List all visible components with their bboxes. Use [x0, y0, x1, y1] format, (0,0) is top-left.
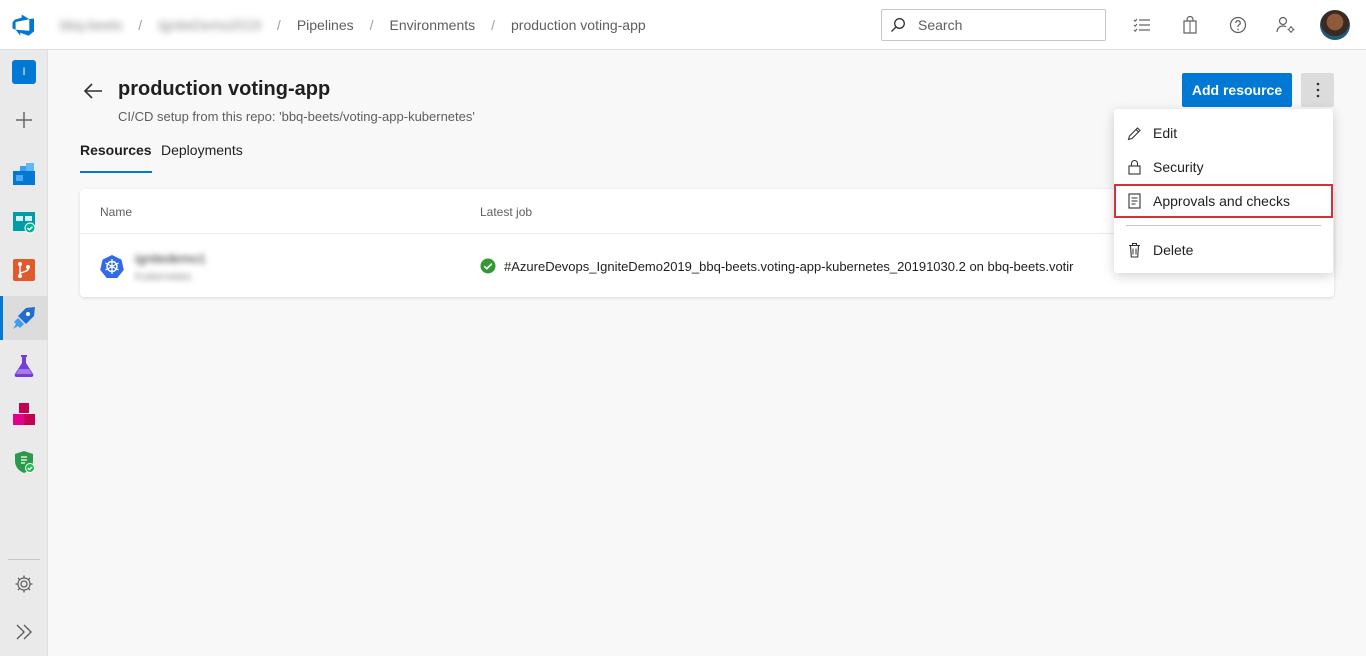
lock-icon	[1126, 159, 1142, 175]
page-title: production voting-app	[118, 78, 331, 100]
resource-name[interactable]: ignitedemo1	[135, 251, 206, 266]
nav-settings[interactable]	[0, 562, 48, 606]
org-badge-icon: I	[12, 60, 36, 84]
overview-icon	[13, 163, 35, 185]
menu-item-approvals-and-checks[interactable]: Approvals and checks	[1114, 184, 1333, 218]
more-vertical-icon	[1316, 82, 1319, 98]
settings-icon	[15, 575, 33, 593]
pipelines-icon	[13, 307, 35, 329]
page-subtitle: CI/CD setup from this repo: 'bbq-beets/v…	[118, 109, 475, 124]
success-check-icon	[480, 258, 496, 274]
nav-security[interactable]	[0, 440, 48, 484]
breadcrumb-separator: /	[369, 17, 374, 33]
add-resource-button[interactable]: Add resource	[1182, 73, 1292, 107]
tab-deployments[interactable]: Deployments	[161, 142, 243, 173]
search-icon	[891, 18, 905, 32]
security-shield-icon	[15, 451, 35, 473]
repos-icon	[13, 259, 35, 281]
menu-item-label: Approvals and checks	[1153, 193, 1290, 209]
breadcrumb-separator: /	[138, 17, 143, 33]
boards-icon	[13, 212, 36, 234]
expand-icon	[16, 624, 32, 640]
nav-pipelines[interactable]	[0, 296, 48, 340]
tab-resources[interactable]: Resources	[80, 142, 152, 173]
menu-divider	[1126, 225, 1321, 226]
plus-icon	[16, 112, 32, 128]
latest-job-link[interactable]: #AzureDevops_IgniteDemo2019_bbq-beets.vo…	[504, 259, 1074, 274]
nav-overview[interactable]	[0, 152, 48, 196]
avatar[interactable]	[1320, 10, 1350, 40]
task-list-icon[interactable]	[1132, 15, 1152, 35]
help-icon[interactable]	[1228, 15, 1248, 35]
search-input[interactable]	[918, 17, 1088, 33]
nav-boards[interactable]	[0, 200, 48, 244]
breadcrumb-project[interactable]: IgniteDemo2019	[158, 17, 261, 33]
breadcrumb-pipelines[interactable]: Pipelines	[297, 17, 354, 33]
column-header-latest-job: Latest job	[480, 205, 533, 219]
breadcrumb: bbq-beets / IgniteDemo2019 / Pipelines /…	[60, 0, 646, 50]
back-arrow-icon[interactable]	[82, 80, 104, 102]
top-bar: bbq-beets / IgniteDemo2019 / Pipelines /…	[0, 0, 1366, 50]
shopping-bag-icon[interactable]	[1180, 15, 1200, 35]
breadcrumb-organization[interactable]: bbq-beets	[60, 17, 122, 33]
breadcrumb-current[interactable]: production voting-app	[511, 17, 646, 33]
context-menu: Edit Security Approvals and checks Delet…	[1114, 109, 1333, 273]
nav-divider	[8, 559, 40, 560]
breadcrumb-separator: /	[276, 17, 281, 33]
kubernetes-icon	[100, 255, 124, 278]
menu-item-label: Edit	[1153, 125, 1178, 141]
checklist-icon	[1126, 193, 1142, 209]
column-header-name: Name	[100, 205, 133, 219]
menu-item-edit[interactable]: Edit	[1114, 116, 1333, 150]
menu-item-label: Delete	[1153, 242, 1194, 258]
nav-expand[interactable]	[0, 610, 48, 654]
nav-test-plans[interactable]	[0, 344, 48, 388]
search-box[interactable]	[881, 9, 1106, 41]
test-plans-icon	[14, 355, 34, 377]
resource-type: Kubernetes	[135, 271, 192, 283]
menu-item-delete[interactable]: Delete	[1114, 233, 1333, 267]
menu-item-security[interactable]: Security	[1114, 150, 1333, 184]
nav-create-new[interactable]	[0, 98, 48, 142]
more-actions-button[interactable]	[1301, 73, 1334, 107]
breadcrumb-environments[interactable]: Environments	[390, 17, 476, 33]
nav-artifacts[interactable]	[0, 392, 48, 436]
artifacts-icon	[13, 403, 35, 425]
user-settings-icon[interactable]	[1276, 15, 1296, 35]
nav-repos[interactable]	[0, 248, 48, 292]
nav-organization[interactable]: I	[0, 50, 48, 94]
menu-item-label: Security	[1153, 159, 1204, 175]
azure-devops-logo-icon[interactable]	[12, 13, 36, 37]
breadcrumb-separator: /	[491, 17, 496, 33]
pencil-icon	[1126, 125, 1142, 141]
left-navigation: I	[0, 50, 48, 656]
trash-icon	[1126, 242, 1142, 258]
